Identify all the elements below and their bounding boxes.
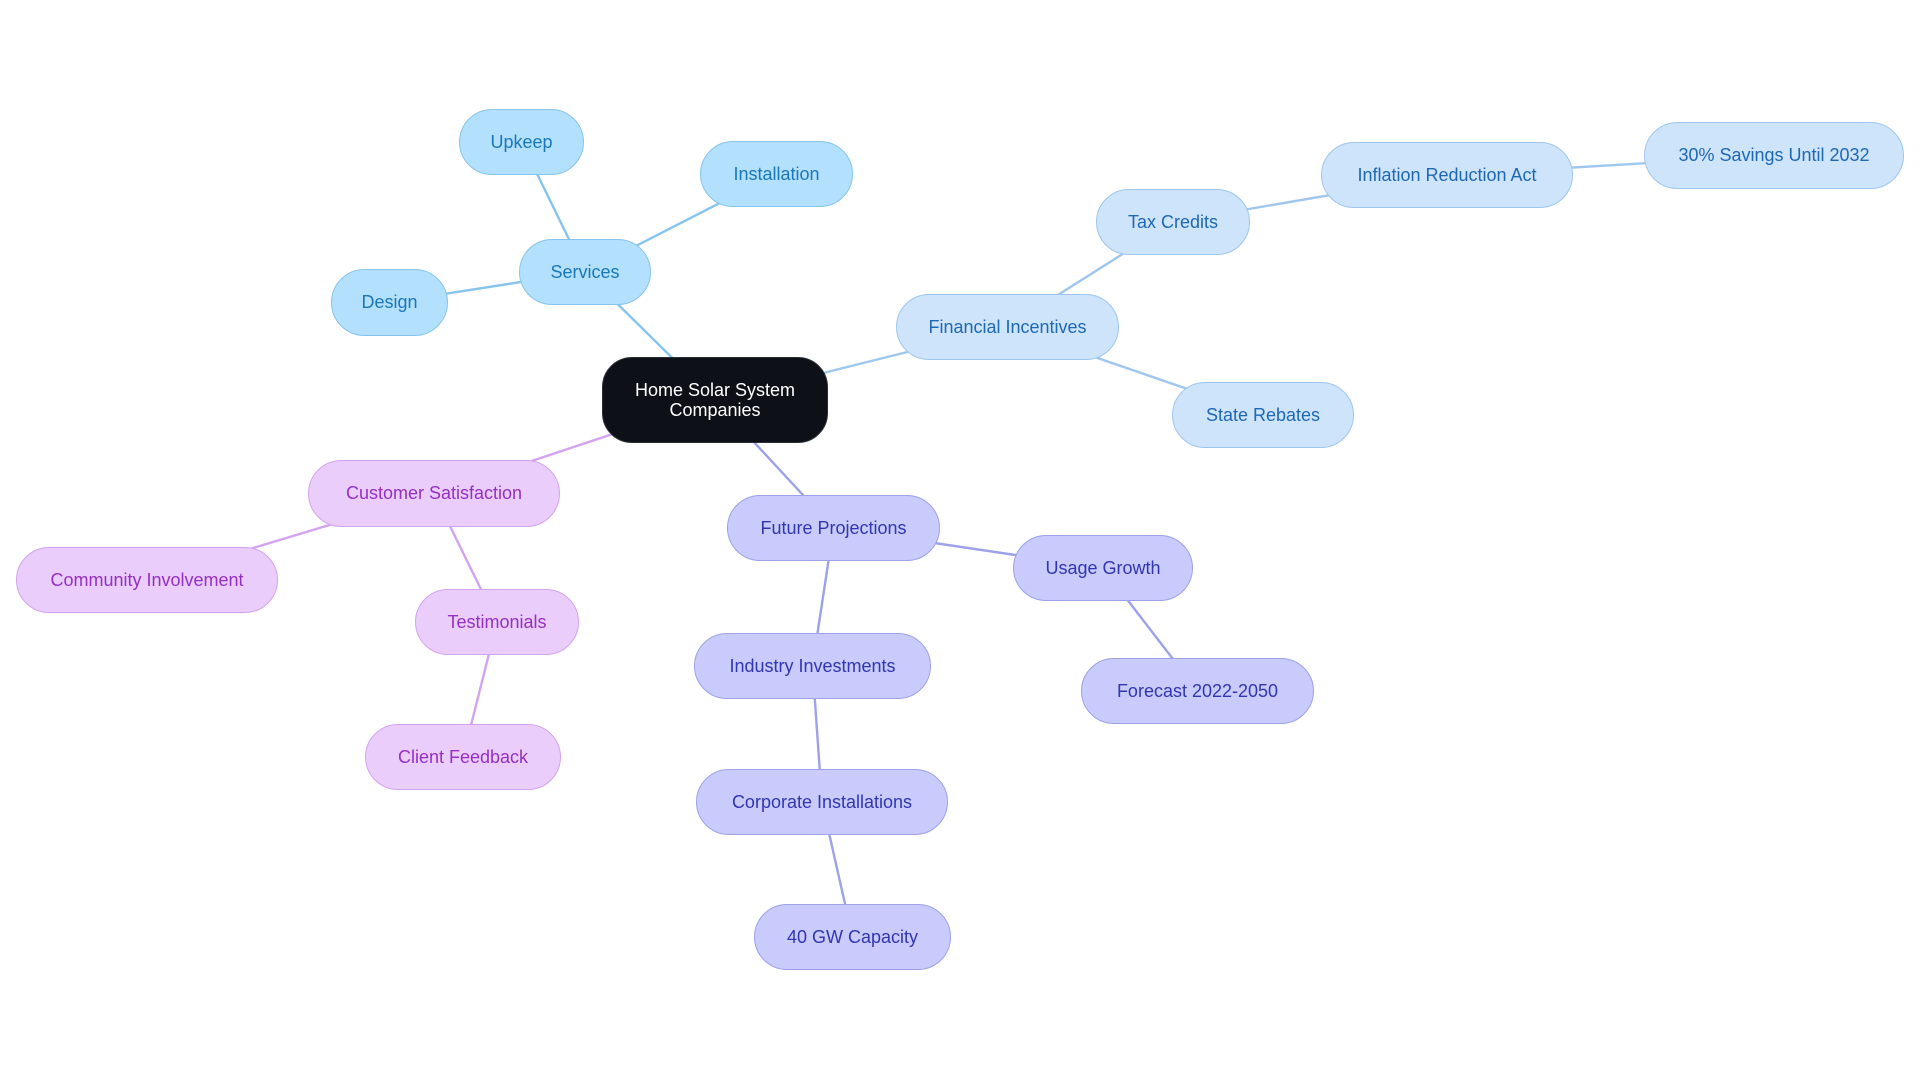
node-inflation-reduction-act[interactable]: Inflation Reduction Act — [1321, 142, 1573, 208]
node-financial-incentives[interactable]: Financial Incentives — [896, 294, 1119, 360]
node-future-projections[interactable]: Future Projections — [727, 495, 940, 561]
node-label: Installation — [733, 163, 820, 184]
node-testimonials[interactable]: Testimonials — [415, 589, 579, 655]
node-state-rebates[interactable]: State Rebates — [1172, 382, 1354, 448]
node-label: 30% Savings Until 2032 — [1678, 145, 1870, 165]
node-usage-growth[interactable]: Usage Growth — [1013, 535, 1193, 601]
node-label: Inflation Reduction Act — [1357, 164, 1537, 185]
node-upkeep[interactable]: Upkeep — [459, 109, 584, 175]
node-label: Corporate Installations — [731, 791, 913, 812]
node-label: 40 GW Capacity — [786, 926, 919, 947]
edges-layer — [146, 141, 1775, 938]
node-home-solar-system-companies[interactable]: Home Solar System Companies — [602, 357, 828, 443]
node-industry-investments[interactable]: Industry Investments — [694, 633, 931, 699]
node-label: Upkeep — [490, 131, 553, 152]
node-label: State Rebates — [1205, 404, 1321, 425]
node-label: Financial Incentives — [928, 316, 1087, 337]
node-label: Forecast 2022-2050 — [1116, 680, 1279, 701]
node-label: Community Involvement — [50, 569, 244, 590]
node-30-percent-savings-until-2032[interactable]: 30% Savings Until 2032 — [1644, 122, 1904, 189]
mindmap-canvas: Home Solar System Companies Services Upk… — [0, 0, 1920, 1083]
node-40-gw-capacity[interactable]: 40 GW Capacity — [754, 904, 951, 970]
node-label: Future Projections — [760, 517, 907, 538]
node-services[interactable]: Services — [519, 239, 651, 305]
node-forecast-2022-2050[interactable]: Forecast 2022-2050 — [1081, 658, 1314, 724]
node-label: Testimonials — [447, 611, 547, 632]
node-label: Industry Investments — [729, 655, 896, 676]
node-label: Client Feedback — [397, 746, 529, 767]
node-label: Services — [550, 261, 620, 282]
node-design[interactable]: Design — [331, 269, 448, 336]
node-label: Home Solar System Companies — [634, 380, 796, 420]
node-corporate-installations[interactable]: Corporate Installations — [696, 769, 948, 835]
node-label: Tax Credits — [1127, 211, 1219, 232]
node-client-feedback[interactable]: Client Feedback — [365, 724, 561, 790]
node-community-involvement[interactable]: Community Involvement — [16, 547, 278, 613]
node-tax-credits[interactable]: Tax Credits — [1096, 189, 1250, 255]
node-installation[interactable]: Installation — [700, 141, 853, 207]
node-customer-satisfaction[interactable]: Customer Satisfaction — [308, 460, 560, 527]
node-label: Usage Growth — [1045, 557, 1161, 578]
node-label: Customer Satisfaction — [345, 483, 523, 503]
node-label: Design — [361, 292, 418, 312]
